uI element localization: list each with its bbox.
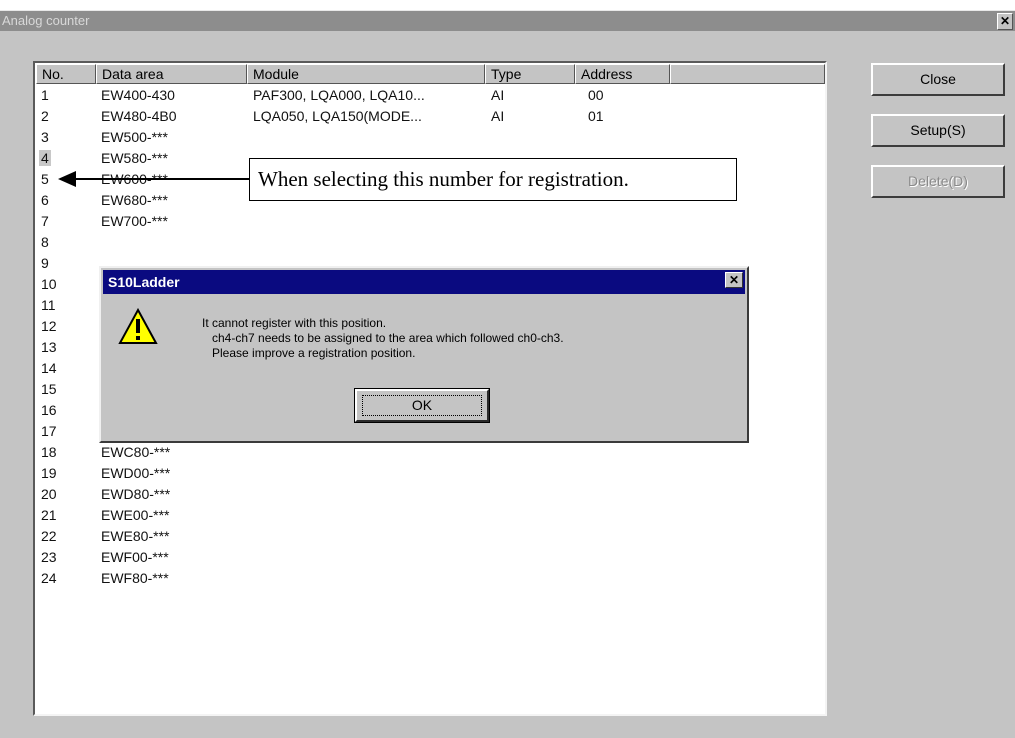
cell-no: 24	[41, 570, 57, 586]
cell-data-area: EWD00-***	[101, 465, 171, 481]
close-button[interactable]: Close	[871, 63, 1005, 96]
cell-no: 3	[41, 129, 49, 145]
cell-data-area: EW700-***	[101, 213, 168, 229]
cell-no: 5	[41, 171, 49, 187]
cell-data-area: EWE00-***	[101, 507, 170, 523]
cell-no: 12	[41, 318, 57, 334]
cell-no: 18	[41, 444, 57, 460]
cell-no: 16	[41, 402, 57, 418]
callout-arrow-line	[75, 178, 250, 180]
column-header-empty	[670, 64, 825, 84]
cell-address: 00	[588, 87, 604, 103]
column-header-address[interactable]: Address	[575, 64, 670, 84]
cell-no: 4	[39, 150, 51, 166]
dialog-close-icon[interactable]: ✕	[725, 272, 743, 288]
cell-data-area: EWC80-***	[101, 444, 171, 460]
annotation-callout: When selecting this number for registrat…	[249, 158, 737, 201]
cell-no: 20	[41, 486, 57, 502]
cell-data-area: EWE80-***	[101, 528, 170, 544]
column-header-no[interactable]: No.	[36, 64, 96, 84]
cell-type: AI	[491, 87, 505, 103]
cell-data-area: EW480-4B0	[101, 108, 177, 124]
cell-no: 14	[41, 360, 57, 376]
cell-no: 10	[41, 276, 57, 292]
window-title: Analog counter	[2, 13, 90, 28]
callout-arrow-icon	[58, 171, 76, 187]
column-header-module[interactable]: Module	[247, 64, 485, 84]
cell-module: LQA050, LQA150(MODE...	[253, 108, 422, 124]
cell-no: 1	[41, 87, 49, 103]
cell-no: 23	[41, 549, 57, 565]
cell-data-area: EW580-***	[101, 150, 168, 166]
cell-no: 11	[41, 297, 56, 313]
delete-button: Delete(D)	[871, 165, 1005, 198]
column-header-type[interactable]: Type	[485, 64, 575, 84]
cell-no: 21	[41, 507, 57, 523]
error-dialog: S10Ladder ✕ It cannot register with this…	[99, 266, 749, 443]
window-close-icon[interactable]: ✕	[997, 13, 1013, 30]
cell-address: 01	[588, 108, 604, 124]
setup-button[interactable]: Setup(S)	[871, 114, 1005, 147]
dialog-title: S10Ladder	[108, 274, 180, 290]
cell-no: 6	[41, 192, 49, 208]
cell-module: PAF300, LQA000, LQA10...	[253, 87, 425, 103]
cell-no: 15	[41, 381, 57, 397]
cell-data-area: EW400-430	[101, 87, 175, 103]
cell-no: 2	[41, 108, 49, 124]
cell-type: AI	[491, 108, 505, 124]
dialog-message: It cannot register with this position. c…	[202, 316, 564, 361]
cell-no: 17	[41, 423, 57, 439]
cell-no: 22	[41, 528, 57, 544]
cell-data-area: EWD80-***	[101, 486, 171, 502]
cell-no: 13	[41, 339, 57, 355]
focus-rect	[362, 395, 482, 416]
window-titlebar[interactable]: Analog counter ✕	[0, 11, 1015, 31]
warning-icon	[118, 308, 158, 344]
column-header-data-area[interactable]: Data area	[96, 64, 247, 84]
cell-no: 8	[41, 234, 49, 250]
cell-data-area: EW680-***	[101, 192, 168, 208]
cell-data-area: EW500-***	[101, 129, 168, 145]
dialog-message-line: Please improve a registration position.	[212, 346, 416, 360]
dialog-message-line: It cannot register with this position.	[202, 316, 387, 330]
dialog-titlebar[interactable]: S10Ladder	[103, 270, 745, 294]
cell-no: 9	[41, 255, 49, 271]
dialog-message-line: ch4-ch7 needs to be assigned to the area…	[212, 331, 564, 345]
cell-data-area: EWF00-***	[101, 549, 169, 565]
cell-data-area: EWF80-***	[101, 570, 169, 586]
cell-no: 19	[41, 465, 57, 481]
cell-no: 7	[41, 213, 49, 229]
ok-button[interactable]: OK	[354, 388, 490, 423]
